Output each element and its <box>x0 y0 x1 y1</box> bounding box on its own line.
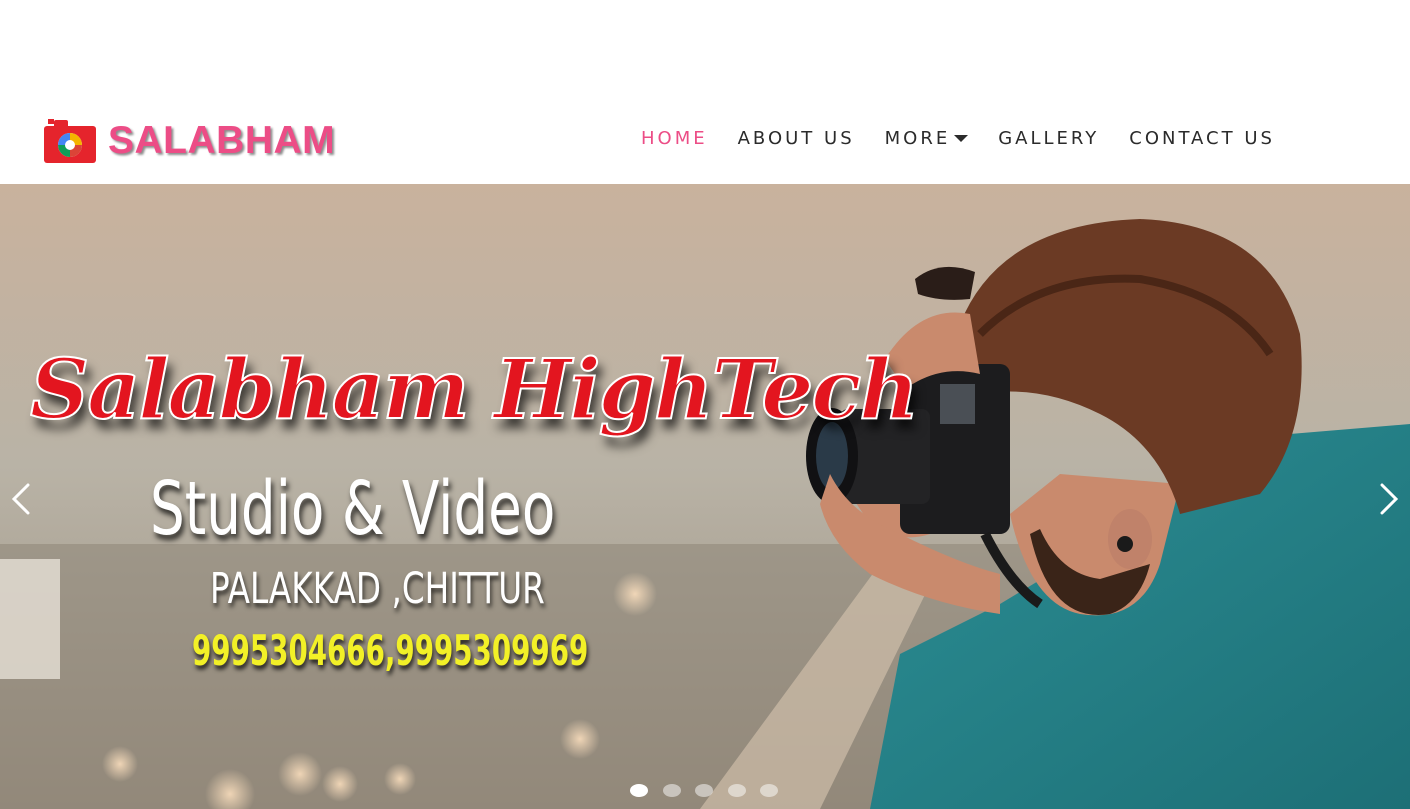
carousel-indicator-1[interactable] <box>630 784 648 797</box>
hero-subtitle: Studio & Video <box>150 466 556 552</box>
carousel-indicator-2[interactable] <box>662 784 681 797</box>
camera-logo-icon <box>44 119 96 163</box>
brand-name: SALABHAM <box>108 119 336 162</box>
hero-location: PALAKKAD ,CHITTUR <box>210 564 545 614</box>
nav-item-home[interactable]: HOME <box>626 128 723 149</box>
nav-item-gallery[interactable]: GALLERY <box>983 128 1114 149</box>
hero-headline: Salabham HighTech <box>29 341 920 439</box>
navbar: SALABHAM HOME ABOUT US MORE GALLERY CONT… <box>0 92 1410 184</box>
chevron-left-icon <box>11 483 30 515</box>
hero-slide: Salabham HighTech Studio & Video PALAKKA… <box>0 184 1410 809</box>
nav-item-about-us[interactable]: ABOUT US <box>723 128 870 149</box>
carousel-prev-button[interactable] <box>0 474 40 524</box>
nav-item-more[interactable]: MORE <box>870 128 984 149</box>
carousel-indicator-4[interactable] <box>727 784 746 797</box>
main-nav: HOME ABOUT US MORE GALLERY CONTACT US <box>626 92 1290 184</box>
nav-item-more-label: MORE <box>884 127 951 149</box>
carousel-indicators <box>630 784 793 797</box>
carousel-next-button[interactable] <box>1370 474 1410 524</box>
top-spacer <box>0 0 1410 92</box>
hero-carousel: Salabham HighTech Studio & Video PALAKKA… <box>0 184 1410 809</box>
hero-phone-numbers: 9995304666,9995309969 <box>192 626 589 675</box>
carousel-indicator-3[interactable] <box>695 784 713 797</box>
chevron-right-icon <box>1380 483 1399 515</box>
brand-link[interactable]: SALABHAM <box>44 119 335 163</box>
nav-item-contact-us[interactable]: CONTACT US <box>1114 128 1290 149</box>
carousel-indicator-5[interactable] <box>760 784 778 797</box>
caret-down-icon <box>954 134 969 142</box>
